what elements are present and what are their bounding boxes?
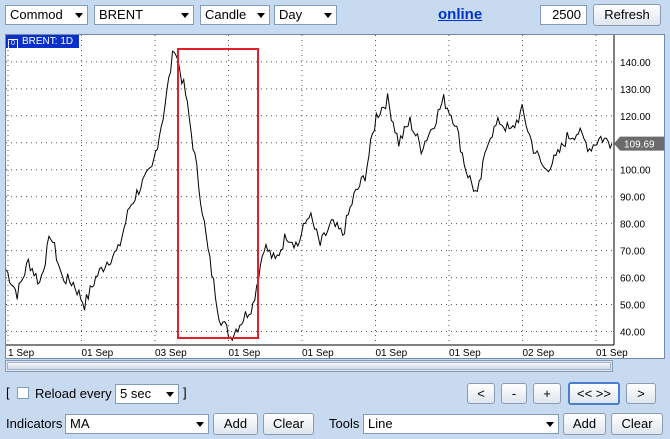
price-series-line xyxy=(6,50,613,342)
add-indicator-button[interactable]: Add xyxy=(213,413,258,435)
reload-label: Reload every xyxy=(35,386,112,401)
scroll-forward-button[interactable]: > xyxy=(626,383,656,404)
chevron-down-icon xyxy=(546,422,554,427)
y-tick-label: 40.00 xyxy=(620,328,645,339)
y-tick-label: 50.00 xyxy=(620,301,645,312)
symbol-value: BRENT xyxy=(99,7,144,22)
chart-canvas: 140.00130.00120.00110.00100.0090.0080.00… xyxy=(6,35,664,358)
indicators-label: Indicators xyxy=(6,416,63,431)
clear-tools-button[interactable]: Clear xyxy=(611,413,663,435)
x-tick-label: 02 Sep xyxy=(523,348,555,358)
y-tick-label: 90.00 xyxy=(620,193,645,204)
chevron-down-icon xyxy=(324,13,332,18)
chevron-down-icon xyxy=(181,13,189,18)
reload-interval-value: 5 sec xyxy=(120,386,152,401)
y-tick-label: 140.00 xyxy=(620,58,651,69)
chart-type-value: Candle xyxy=(205,7,247,22)
period-select[interactable]: Day xyxy=(274,5,337,25)
tools-value: Line xyxy=(368,416,393,431)
y-tick-label: 100.00 xyxy=(620,166,651,177)
chevron-down-icon xyxy=(166,392,174,397)
refresh-button[interactable]: Refresh xyxy=(593,4,661,26)
bracket-open: [ xyxy=(6,385,10,400)
x-tick-label: 03 Sep xyxy=(155,348,187,358)
y-tick-label: 120.00 xyxy=(620,112,651,123)
category-value: Commod xyxy=(10,7,63,22)
chevron-down-icon xyxy=(75,13,83,18)
indicators-select[interactable]: MA xyxy=(65,414,209,434)
period-value: Day xyxy=(279,7,303,22)
clear-indicators-button[interactable]: Clear xyxy=(263,413,314,435)
bracket-close: ] xyxy=(183,385,187,400)
scroll-back-button[interactable]: < xyxy=(467,383,495,404)
tools-select[interactable]: Line xyxy=(363,414,559,434)
bars-count-input[interactable]: 2500 xyxy=(540,5,587,25)
x-tick-label: 01 Sep xyxy=(596,348,628,358)
reload-checkbox[interactable] xyxy=(17,387,29,399)
zoom-out-button[interactable]: - xyxy=(501,383,527,404)
current-price-label: 109.69 xyxy=(624,140,655,151)
chart-type-select[interactable]: Candle xyxy=(200,5,270,25)
symbol-select[interactable]: BRENT xyxy=(94,5,194,25)
y-tick-label: 130.00 xyxy=(620,85,651,96)
y-tick-label: 80.00 xyxy=(620,220,645,231)
chevron-down-icon xyxy=(257,13,265,18)
zoom-in-button[interactable]: + xyxy=(533,383,561,404)
add-tool-button[interactable]: Add xyxy=(563,413,606,435)
y-tick-label: 60.00 xyxy=(620,274,645,285)
category-select[interactable]: Commod xyxy=(5,5,88,25)
indicators-value: MA xyxy=(70,416,90,431)
show-all-button[interactable]: << >> xyxy=(568,382,620,405)
reload-interval-select[interactable]: 5 sec xyxy=(115,384,179,404)
x-tick-label: 01 Sep xyxy=(82,348,114,358)
chevron-down-icon xyxy=(196,422,204,427)
y-tick-label: 70.00 xyxy=(620,247,645,258)
scrollbar-thumb[interactable] xyxy=(7,362,611,370)
price-chart[interactable]: 0BRENT: 1D 140.00130.00120.00110.00100.0… xyxy=(5,34,665,359)
online-link[interactable]: online xyxy=(438,6,482,23)
x-tick-label: 01 Sep xyxy=(376,348,408,358)
tools-label: Tools xyxy=(329,416,360,431)
highlight-box xyxy=(177,48,259,339)
x-tick-label: 01 Sep xyxy=(449,348,481,358)
x-tick-label: 01 Sep xyxy=(302,348,334,358)
x-tick-label: 01 Sep xyxy=(229,348,261,358)
x-tick-label: 1 Sep xyxy=(8,348,35,358)
chart-scrollbar[interactable] xyxy=(5,360,613,372)
